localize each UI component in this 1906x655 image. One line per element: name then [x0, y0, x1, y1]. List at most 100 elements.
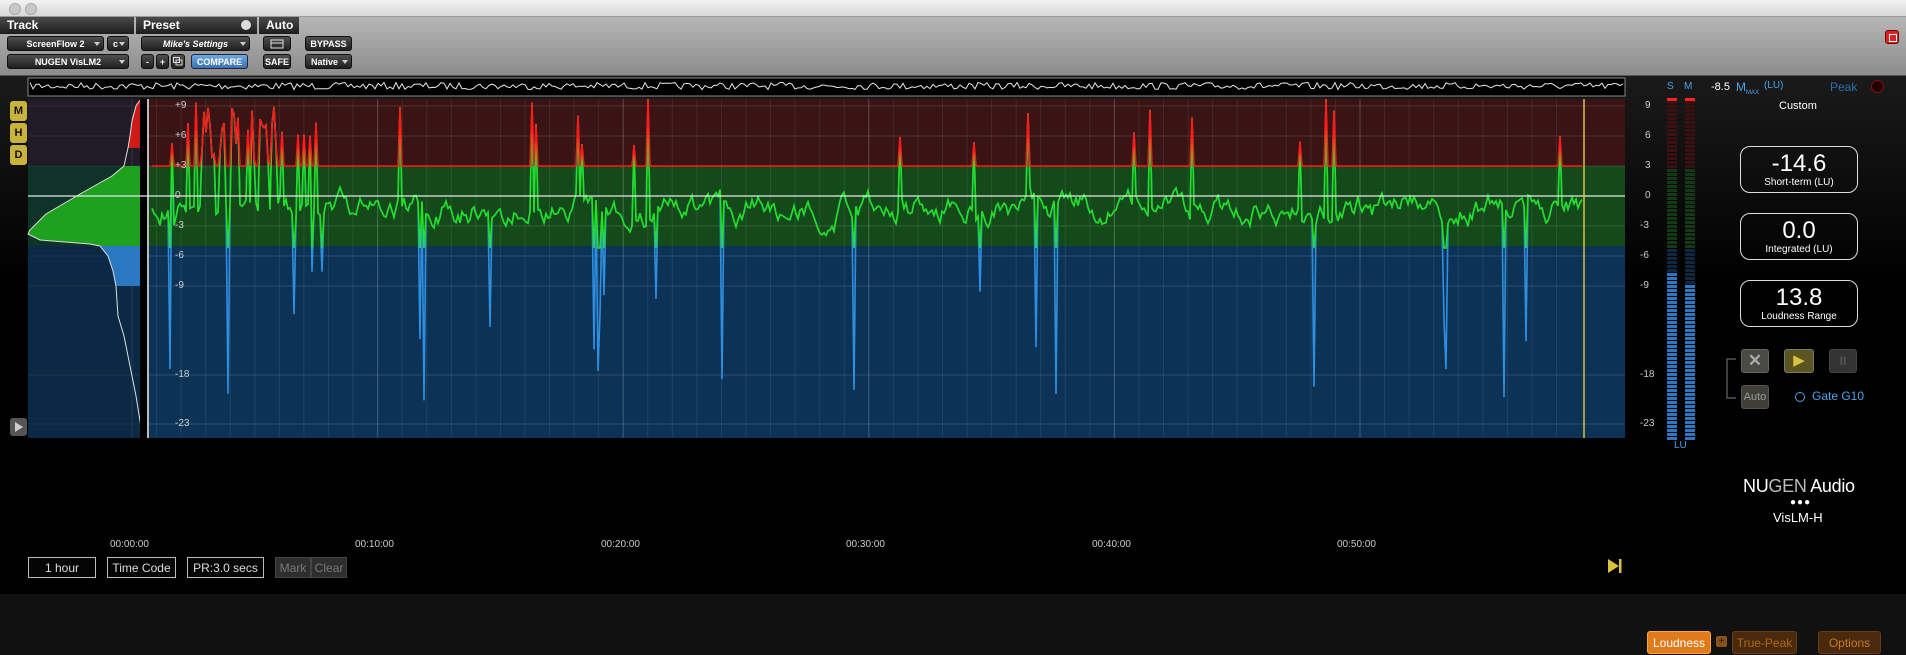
clear-button[interactable]: Clear: [311, 557, 347, 578]
history-mode-button[interactable]: H: [10, 123, 27, 143]
bypass-button[interactable]: BYPASS: [305, 36, 352, 51]
meter-segment: [1667, 217, 1677, 220]
meter-segment: [1667, 321, 1677, 324]
meter-segment: [1685, 417, 1695, 420]
meter-segment: [1667, 221, 1677, 224]
meter-segment: [1667, 185, 1677, 188]
auto-button[interactable]: Auto: [1741, 385, 1769, 409]
meter-segment: [1667, 113, 1677, 116]
pr-button[interactable]: PR:3.0 secs: [187, 557, 264, 578]
peak-indicator-icon[interactable]: [1871, 80, 1884, 93]
meter-segment: [1685, 349, 1695, 352]
channel-selector[interactable]: c: [107, 36, 129, 51]
meter-segment: [1685, 133, 1695, 136]
play-button[interactable]: ▶: [1784, 349, 1814, 373]
meter-segment: [1667, 245, 1677, 248]
meter-unit-label: LU: [1674, 440, 1687, 451]
meter-segment: [1667, 241, 1677, 244]
brand-logo: NUGEN Audio: [1743, 476, 1855, 496]
meter-segment: [1685, 325, 1695, 328]
preset-plus-button[interactable]: +: [156, 54, 169, 69]
meter-segment: [1685, 137, 1695, 140]
loudness-history-graph[interactable]: [0, 76, 1906, 594]
meter-segment: [1685, 257, 1695, 260]
meter-segment: [1685, 125, 1695, 128]
meter-segment: [1667, 257, 1677, 260]
timecode-button[interactable]: Time Code: [107, 557, 176, 578]
meter-segment: [1667, 181, 1677, 184]
meter-segment: [1667, 361, 1677, 364]
meter-segment: [1685, 369, 1695, 372]
short-term-readout: -14.6 Short-term (LU): [1740, 146, 1858, 193]
meter-segment: [1667, 197, 1677, 200]
meter-segment: [1667, 421, 1677, 424]
loudness-tab[interactable]: Loudness: [1647, 631, 1711, 654]
preset-minus-button[interactable]: -: [141, 54, 154, 69]
meter-segment: [1685, 321, 1695, 324]
preset-header: Preset: [136, 17, 257, 34]
y-axis-label: +9: [175, 100, 187, 111]
meter-segment: [1685, 193, 1695, 196]
reset-button[interactable]: ✕: [1741, 349, 1769, 373]
window-minimize-button[interactable]: [25, 3, 37, 15]
meter-segment: [1685, 293, 1695, 296]
insert-selector[interactable]: NUGEN VisLM2: [7, 54, 129, 69]
processing-selector[interactable]: Native: [305, 54, 352, 69]
meter-segment: [1685, 277, 1695, 280]
close-x-icon: ✕: [1747, 351, 1763, 370]
y-axis-label: +3: [175, 160, 187, 171]
meter-segment: [1667, 149, 1677, 152]
meter-segment: [1667, 237, 1677, 240]
compare-button[interactable]: COMPARE: [191, 54, 248, 69]
meter-segment: [1667, 277, 1677, 280]
meter-segment: [1685, 333, 1695, 336]
y-axis-label: -3: [175, 220, 184, 231]
meter-segment: [1667, 289, 1677, 292]
scroll-play-icon[interactable]: [10, 418, 27, 436]
meter-segment: [1685, 185, 1695, 188]
pause-button[interactable]: II: [1829, 349, 1857, 373]
loudness-range-readout: 13.8 Loudness Range: [1740, 280, 1858, 327]
auto-window-icon[interactable]: [263, 36, 291, 51]
meter-segment: [1685, 237, 1695, 240]
skip-to-end-icon[interactable]: [1607, 558, 1623, 574]
play-icon: ▶: [1793, 352, 1805, 369]
meter-segment: [1667, 349, 1677, 352]
mark-button[interactable]: Mark: [275, 557, 311, 578]
meter-segment: [1685, 397, 1695, 400]
safe-button[interactable]: SAFE: [263, 54, 291, 69]
meter-segment: [1685, 189, 1695, 192]
meter-segment: [1685, 389, 1695, 392]
options-button[interactable]: Options: [1818, 631, 1881, 654]
true-peak-tab[interactable]: True-Peak: [1732, 631, 1797, 654]
meter-segment: [1667, 125, 1677, 128]
meter-segment: [1685, 425, 1695, 428]
meter-segment: [1667, 333, 1677, 336]
preset-library-icon[interactable]: [171, 54, 185, 69]
meter-segment: [1685, 101, 1695, 104]
meter-segment: [1667, 413, 1677, 416]
meter-segment: [1685, 377, 1695, 380]
meter-peak-hold: [1667, 98, 1677, 101]
window-close-button[interactable]: [9, 3, 21, 15]
preset-selector[interactable]: Mike's Settings: [141, 36, 250, 51]
meter-segment: [1685, 281, 1695, 284]
gate-radio-icon[interactable]: [1795, 392, 1805, 402]
meter-segment: [1667, 269, 1677, 272]
product-name: VisLM-H: [1773, 510, 1823, 525]
meter-segment: [1667, 153, 1677, 156]
meter-segment: [1667, 377, 1677, 380]
momentary-mode-button[interactable]: M: [10, 101, 27, 121]
close-plugin-icon[interactable]: [1885, 30, 1899, 44]
distribution-mode-button[interactable]: D: [10, 145, 27, 165]
time-axis-label: 00:10:00: [355, 539, 394, 550]
y-axis-label-right: 0: [1645, 190, 1651, 201]
meter-segment: [1667, 281, 1677, 284]
meter-segment: [1667, 313, 1677, 316]
preset-menu-icon[interactable]: [241, 20, 251, 30]
meter-segment: [1685, 233, 1695, 236]
meter-segment: [1667, 425, 1677, 428]
time-range-button[interactable]: 1 hour: [28, 557, 96, 578]
track-selector[interactable]: ScreenFlow 2: [7, 36, 104, 51]
meter-segment: [1685, 181, 1695, 184]
